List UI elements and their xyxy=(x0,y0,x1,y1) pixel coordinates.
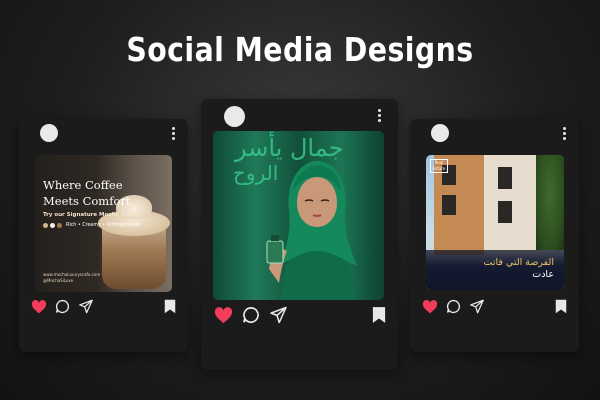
more-options-icon[interactable] xyxy=(563,127,567,140)
brand-logo: Real Estate xyxy=(430,159,448,173)
coffee-handle: @MochaSiLuxe xyxy=(43,278,74,283)
heart-icon[interactable] xyxy=(422,299,438,314)
post-card-perfume: جمال يأسر الروح xyxy=(201,99,398,370)
dot-3 xyxy=(57,223,62,228)
dot-2 xyxy=(50,223,55,228)
building-window xyxy=(442,195,456,215)
heart-icon[interactable] xyxy=(31,299,47,314)
dot-1 xyxy=(43,223,48,228)
bookmark-icon[interactable] xyxy=(372,306,386,324)
avatar[interactable] xyxy=(431,124,449,142)
comment-icon[interactable] xyxy=(242,306,260,324)
comment-icon[interactable] xyxy=(55,299,70,314)
post-card-coffee: Where Coffee Meets Comfort Try our Signa… xyxy=(19,119,188,352)
heart-icon[interactable] xyxy=(214,306,233,324)
promo-arabic-line1: الفرصة التي فاتت xyxy=(483,257,554,268)
post-actions xyxy=(214,306,386,324)
share-icon[interactable] xyxy=(469,299,485,314)
coffee-subline: Try our Signature Mocha Splash xyxy=(43,212,142,218)
coffee-headline-line2: Meets Comfort xyxy=(43,194,131,208)
coffee-footer: www.mochaluxuryscafe.com @MochaSiLuxe xyxy=(43,272,100,284)
bookmark-icon[interactable] xyxy=(555,299,567,314)
comment-icon[interactable] xyxy=(446,299,461,314)
page-title: Social Media Designs xyxy=(126,30,474,69)
post-card-real-estate: Real Estate الفرصة التي فاتت عادت xyxy=(410,119,579,352)
building-wall-right xyxy=(484,155,542,255)
coffee-headline-line1: Where Coffee xyxy=(43,178,123,192)
avatar[interactable] xyxy=(224,106,245,127)
coffee-tags: Rich • Creamy • Unforgettable xyxy=(66,223,140,228)
post-image-perfume[interactable]: جمال يأسر الروح xyxy=(213,131,384,300)
post-image-real-estate[interactable]: Real Estate الفرصة التي فاتت عادت xyxy=(426,155,564,290)
post-image-coffee[interactable]: Where Coffee Meets Comfort Try our Signa… xyxy=(35,155,172,292)
woman-with-perfume-illustration xyxy=(266,161,357,300)
promo-arabic-line2: عادت xyxy=(532,269,554,280)
building-window xyxy=(498,201,512,223)
share-icon[interactable] xyxy=(78,299,94,314)
bookmark-icon[interactable] xyxy=(164,299,176,314)
avatar[interactable] xyxy=(40,124,58,142)
coffee-headline: Where Coffee Meets Comfort xyxy=(43,177,131,209)
post-actions xyxy=(422,299,567,314)
share-icon[interactable] xyxy=(269,306,288,324)
coffee-tags-row: Rich • Creamy • Unforgettable xyxy=(43,223,140,228)
post-actions xyxy=(31,299,176,314)
tree xyxy=(536,155,564,250)
building-window xyxy=(498,167,512,189)
more-options-icon[interactable] xyxy=(378,109,382,122)
promo-text: الفرصة التي فاتت عادت xyxy=(483,257,554,281)
more-options-icon[interactable] xyxy=(172,127,176,140)
